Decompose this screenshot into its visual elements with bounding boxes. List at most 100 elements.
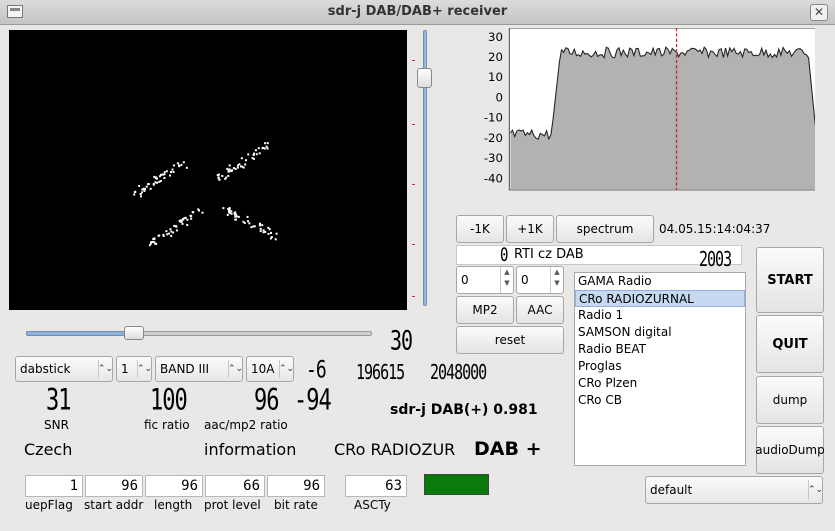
constellation-point [173,224,176,227]
constellation-point [261,224,264,227]
station-item[interactable]: SAMSON digital [575,324,745,341]
spin-arrows-icon[interactable]: ▲ ▼ [550,267,563,293]
constellation-point [247,220,249,223]
length-label: length [154,498,193,512]
constellation-point [242,220,245,223]
constellation-point [228,164,231,167]
chevron-down-icon: ⌃⌄ [279,360,294,378]
constellation-point [153,241,156,244]
plus-1k-button[interactable]: +1K [506,215,554,243]
gain-slider[interactable] [26,326,372,340]
constellation-point [269,237,272,240]
constellation-point [235,218,237,221]
constellation-point [245,159,247,162]
constellation-point [138,184,141,187]
reset-button[interactable]: reset [456,326,564,354]
constellation-point [159,180,162,182]
constellation-point [226,167,229,170]
channel-select[interactable]: 10A ⌃⌄ [246,356,294,382]
constellation-point [247,153,250,156]
constellation-point [175,229,178,232]
spin-box-a[interactable]: 0 ▲ ▼ [456,266,514,294]
constellation-point [147,183,150,185]
station-item[interactable]: Radio 1 [575,307,745,324]
constellation-point [252,154,255,156]
constellation-point [153,237,156,240]
constellation-point [250,226,253,229]
constellation-point [169,174,171,177]
mp2-button[interactable]: MP2 [456,296,514,324]
slider-handle[interactable] [124,326,144,340]
ensemble-prefix: 0 [500,245,509,267]
constellation-point [240,165,242,168]
constellation-point [224,177,227,180]
device-select[interactable]: dabstick ⌃⌄ [15,356,113,382]
constellation-point [259,230,262,233]
chevron-down-icon: ⌃⌄ [808,480,823,500]
constellation-point [266,147,269,150]
station-item[interactable]: Proglas [575,358,745,375]
constellation-point [165,170,168,173]
station-item[interactable]: CRo CB [575,392,745,409]
constellation-point [134,190,137,193]
language-label: Czech [24,440,73,459]
spin-box-b[interactable]: 0 ▲ ▼ [516,266,564,294]
channel-value: 10A [251,362,275,376]
chevron-down-icon: ⌃⌄ [228,360,243,378]
constellation-point [163,171,166,174]
close-button[interactable]: ✕ [810,4,828,21]
device-index-select[interactable]: 1 ⌃⌄ [116,356,152,382]
station-item[interactable]: CRo Plzen [575,375,745,392]
spin-arrows-icon[interactable]: ▲ ▼ [500,267,513,293]
aac-ratio-b-display: -94 [294,384,332,418]
ascty-box: 63 [345,475,407,497]
frequency-display: 196615 [356,360,405,385]
uepflag-box: 1 [25,475,83,497]
station-item[interactable]: Radio BEAT [575,341,745,358]
dump-button[interactable]: dump [756,376,824,424]
constellation-point [238,163,241,166]
constellation-point [226,213,229,216]
band-value: BAND III [160,362,210,376]
preset-select[interactable]: default ⌃⌄ [645,476,823,504]
minus-1k-button[interactable]: -1K [456,215,504,243]
constellation-point [218,173,220,176]
constellation-point [232,167,235,170]
audio-dump-button[interactable]: audioDump [755,426,825,474]
constellation-point [264,142,267,145]
constellation-point [182,161,185,164]
aac-button[interactable]: AAC [516,296,564,324]
band-select[interactable]: BAND III ⌃⌄ [155,356,243,382]
constellation-point [236,166,239,169]
constellation-point [189,214,192,217]
bit-rate-label: bit rate [274,498,318,512]
slider-fill [26,331,136,336]
station-item[interactable]: GAMA Radio [575,273,745,290]
constellation-point [163,177,166,179]
constellation-point [259,227,262,230]
prot-level-label: prot level [204,498,261,512]
length-box: 96 [145,475,203,497]
station-item[interactable]: CRo RADIOZURNAL [575,290,745,307]
spectrum-button[interactable]: spectrum [556,215,654,243]
constellation-point [244,163,247,166]
constellation-point [254,149,257,152]
scope-vertical-slider[interactable] [415,30,435,308]
constellation-point [266,142,269,145]
slider-handle[interactable] [417,68,432,89]
start-addr-label: start addr [84,498,144,512]
constellation-point [172,231,175,234]
spectrum-y-tick: 20 [488,50,503,64]
constellation-point [170,230,173,233]
spin-a-value: 0 [461,273,469,287]
constellation-point [264,230,267,233]
start-button[interactable]: START [756,247,824,313]
dab-type-label: DAB + [474,438,542,460]
slider-value: 30 [390,324,413,357]
spectrum-y-tick: -40 [484,171,503,185]
quit-button[interactable]: QUIT [756,315,824,373]
station-list[interactable]: GAMA Radio CRo RADIOZURNAL Radio 1 SAMSON d… [574,272,746,466]
constellation-point [154,181,157,184]
constellation-point [197,208,200,211]
ensemble-id: 2003 [699,247,732,272]
